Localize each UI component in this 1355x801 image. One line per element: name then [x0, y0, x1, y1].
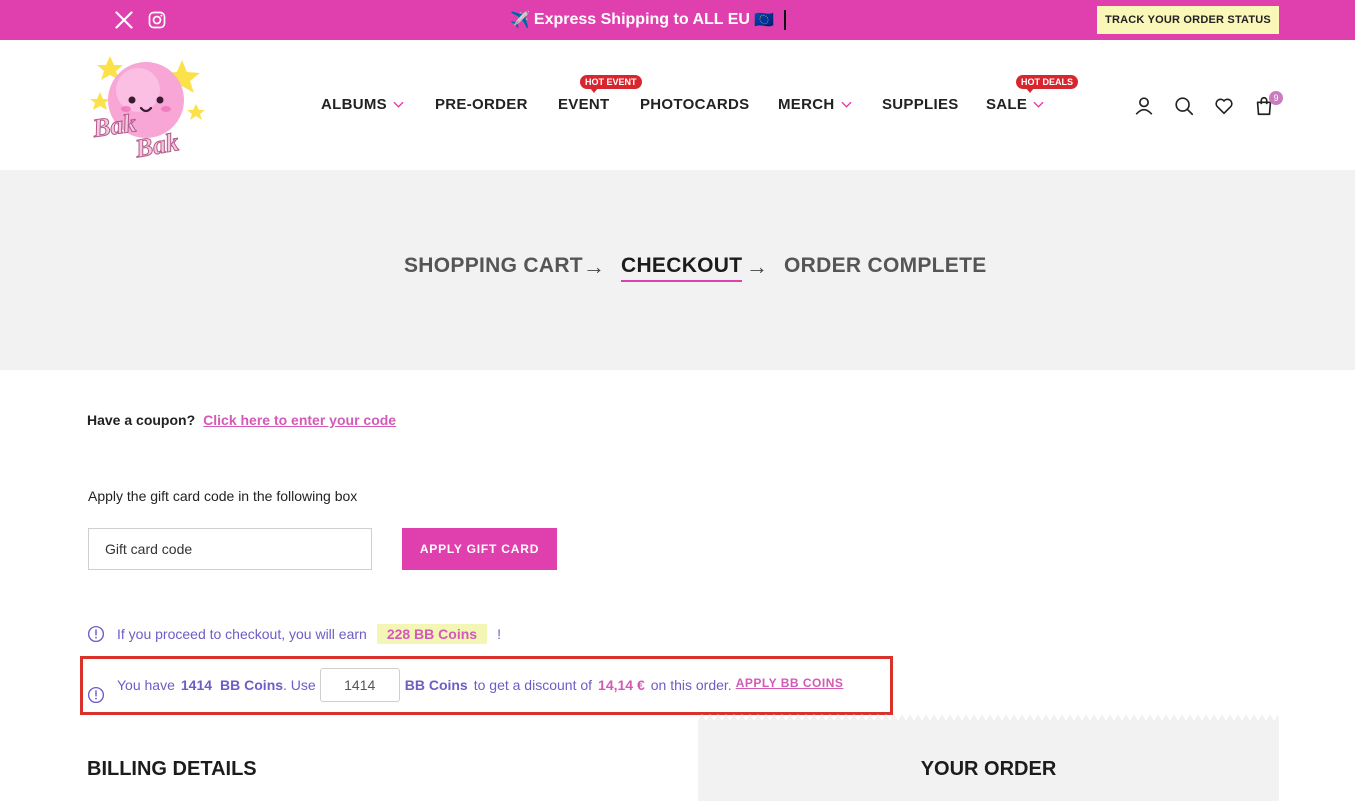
- hot-event-tag: HOT EVENT: [580, 75, 642, 93]
- site-header: Bak Bak ALBUMS PRE-ORDER HOT EVENT EVENT…: [0, 40, 1355, 170]
- apply-gift-card-button[interactable]: APPLY GIFT CARD: [402, 528, 557, 570]
- nav-albums[interactable]: ALBUMS: [321, 96, 404, 113]
- chevron-down-icon: [1033, 101, 1044, 108]
- eu-flag-icon: 🇪🇺: [753, 12, 774, 29]
- nav-preorder[interactable]: PRE-ORDER: [435, 96, 528, 113]
- step-order-complete: ORDER COMPLETE: [784, 254, 987, 277]
- coins-you-have: You have: [117, 677, 175, 693]
- promo-message: ✈️ Express Shipping to ALL EU 🇪🇺: [510, 10, 786, 30]
- nav-photocards[interactable]: PHOTOCARDS: [640, 96, 749, 113]
- promo-text: Express Shipping to ALL EU: [533, 11, 750, 28]
- apply-bb-coins-link[interactable]: APPLY BB COINS: [736, 676, 844, 690]
- arrow-right-icon: →: [583, 254, 605, 279]
- checkout-steps: SHOPPING CART → CHECKOUT → ORDER COMPLET…: [0, 170, 1355, 370]
- cart-count-badge: 9: [1269, 91, 1283, 105]
- nav-merch[interactable]: MERCH: [778, 96, 852, 113]
- coins-discount-value: 14,14 €: [598, 677, 645, 693]
- nav-merch-label: MERCH: [778, 96, 835, 113]
- earn-amount: 228 BB Coins: [376, 624, 488, 644]
- coupon-link[interactable]: Click here to enter your code: [203, 412, 396, 428]
- account-icon[interactable]: [1132, 94, 1156, 118]
- your-order-panel: YOUR ORDER: [698, 714, 1279, 801]
- gift-card-input[interactable]: [88, 528, 372, 570]
- svg-text:Bak: Bak: [90, 108, 138, 143]
- coupon-question: Have a coupon?: [87, 412, 196, 428]
- step-shopping-cart[interactable]: SHOPPING CART: [404, 254, 583, 278]
- search-icon[interactable]: [1172, 94, 1196, 118]
- gift-card-label: Apply the gift card code in the followin…: [88, 488, 358, 504]
- coins-unit: BB Coins: [220, 677, 284, 693]
- chevron-down-icon: [840, 101, 852, 108]
- step-checkout: CHECKOUT: [621, 254, 743, 282]
- chevron-down-icon: [393, 101, 404, 108]
- nav-event[interactable]: EVENT: [558, 96, 610, 113]
- earn-text: If you proceed to checkout, you will ear…: [117, 626, 367, 642]
- coins-balance: 1414: [180, 677, 213, 693]
- earn-coins-notice: If you proceed to checkout, you will ear…: [87, 624, 501, 644]
- coins-use: . Use: [283, 677, 316, 693]
- nav-sale[interactable]: SALE: [986, 96, 1044, 113]
- nav-albums-label: ALBUMS: [321, 96, 387, 113]
- your-order-title: YOUR ORDER: [920, 758, 1057, 780]
- text-caret: [783, 10, 786, 30]
- coins-discount-text: to get a discount of: [473, 677, 593, 693]
- bakbak-logo[interactable]: Bak Bak: [86, 54, 210, 164]
- earn-suffix: !: [497, 626, 501, 642]
- top-promo-bar: ✈️ Express Shipping to ALL EU 🇪🇺 TRACK Y…: [0, 0, 1355, 40]
- coins-amount-input[interactable]: [319, 668, 400, 702]
- instagram-icon[interactable]: [146, 9, 168, 31]
- nav-sale-label: SALE: [986, 96, 1028, 113]
- billing-details-title: BILLING DETAILS: [87, 758, 257, 780]
- coins-redeem-row: You have 1414 BB Coins . Use BB Coins to…: [117, 668, 843, 702]
- hot-deals-tag: HOT DEALS: [1016, 75, 1079, 93]
- coins-order-text: on this order.: [650, 677, 732, 693]
- panel-zigzag-edge: [698, 714, 1279, 721]
- wishlist-heart-icon[interactable]: [1212, 94, 1236, 118]
- track-order-button[interactable]: TRACK YOUR ORDER STATUS: [1097, 6, 1279, 34]
- info-icon: [87, 686, 105, 704]
- arrow-right-icon: →: [746, 254, 768, 279]
- nav-supplies[interactable]: SUPPLIES: [882, 96, 959, 113]
- airplane-icon: ✈️: [510, 12, 530, 29]
- info-icon: [87, 625, 105, 643]
- x-icon[interactable]: [113, 9, 135, 31]
- coupon-notice: Have a coupon? Click here to enter your …: [87, 412, 396, 428]
- coins-unit-2: BB Coins: [404, 677, 468, 693]
